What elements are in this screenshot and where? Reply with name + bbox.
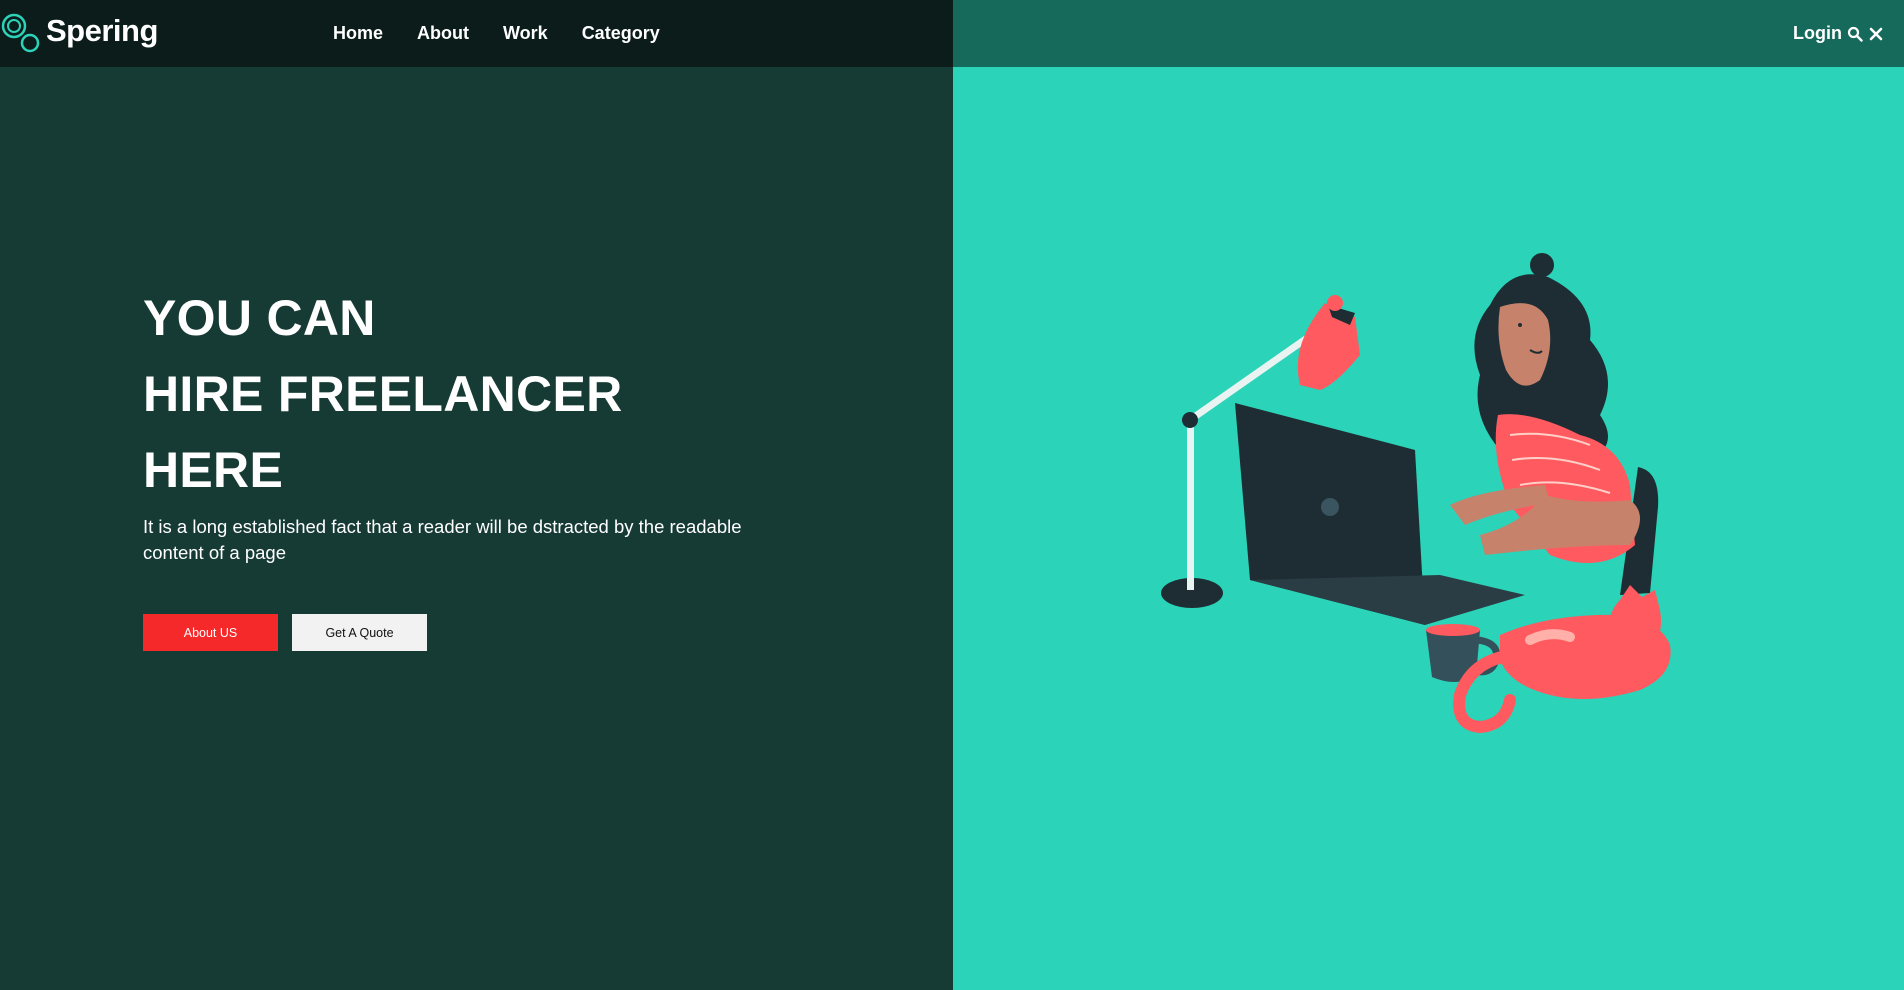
freelancer-at-laptop-illustration: [1150, 245, 1710, 745]
get-a-quote-button[interactable]: Get A Quote: [292, 614, 427, 651]
hero-heading-line-1: YOU CAN: [143, 290, 376, 346]
nav-work-link[interactable]: Work: [503, 23, 548, 44]
nav-home-link[interactable]: Home: [333, 23, 383, 44]
about-us-button[interactable]: About US: [143, 614, 278, 651]
navbar-right-section: Login: [953, 0, 1904, 67]
nav-tools: Login: [1793, 0, 1884, 67]
nav-about-link[interactable]: About: [417, 23, 469, 44]
hero-cta-buttons: About US Get A Quote: [143, 614, 427, 651]
brand[interactable]: Spering: [0, 6, 158, 56]
hero-description: It is a long established fact that a rea…: [143, 516, 742, 563]
double-ring-logo-icon: [0, 6, 44, 56]
nav-category-link[interactable]: Category: [582, 23, 660, 44]
hero-heading-line-2: HIRE FREELANCER: [143, 366, 623, 422]
login-link[interactable]: Login: [1793, 23, 1842, 44]
close-icon[interactable]: [1868, 26, 1884, 42]
hero-section: YOU CAN HIRE FREELANCER HERE It is a lon…: [143, 280, 843, 566]
main-nav: Home About Work Category: [333, 0, 694, 67]
navbar-left-section: Spering Home About Work Category: [0, 0, 953, 67]
brand-name: Spering: [46, 13, 158, 48]
hero-heading-line-3: HERE: [143, 442, 284, 498]
search-icon[interactable]: [1847, 26, 1863, 42]
